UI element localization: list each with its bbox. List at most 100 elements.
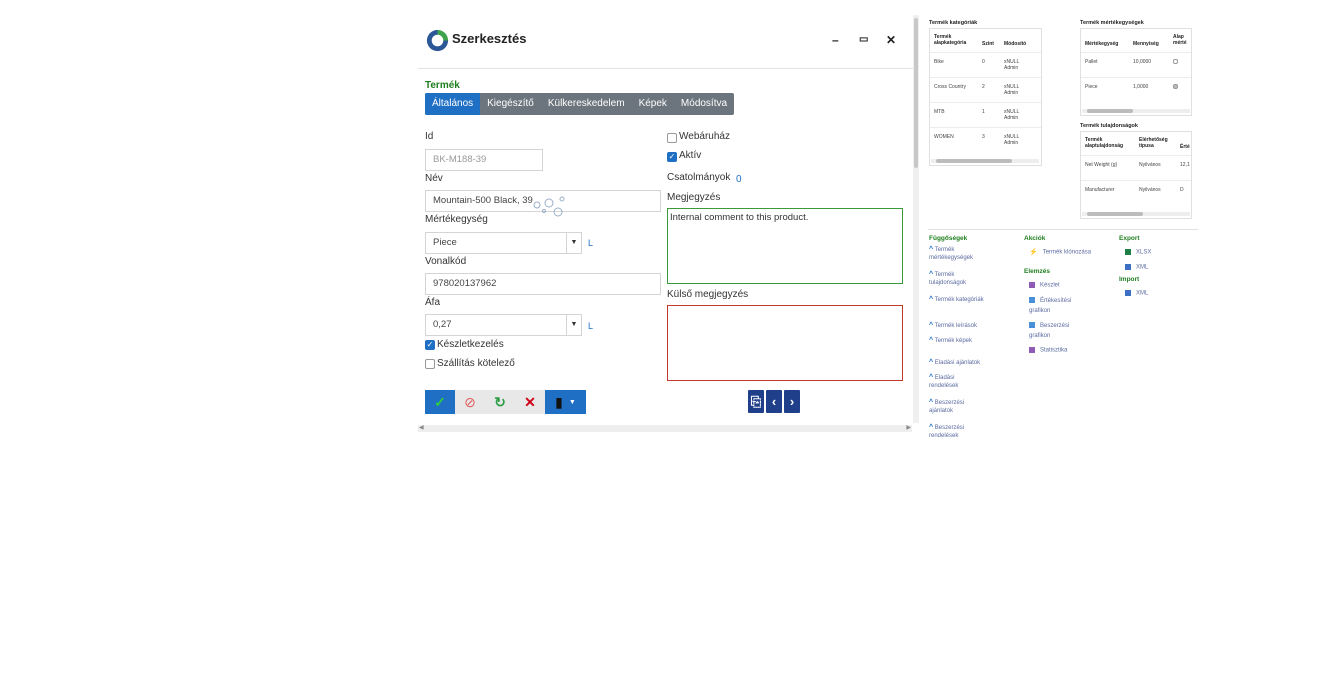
units-row-2-base-checkbox[interactable] — [1173, 84, 1178, 89]
dependency-sales-orders[interactable]: ^ Eladási rendelések — [929, 374, 979, 390]
units-panel-title: Termék mértékegységek — [1080, 20, 1144, 26]
dependency-properties[interactable]: ^ Termék tulajdonságok — [929, 271, 989, 287]
tab-general[interactable]: Általános — [425, 93, 481, 115]
save-button[interactable]: ✓ — [425, 390, 455, 414]
maximize-button[interactable]: ▭ — [859, 32, 868, 48]
barcode-field[interactable]: 978020137962 — [425, 273, 661, 295]
attachments-label: Csatolmányok — [667, 172, 731, 183]
chevron-up-icon: ^ — [929, 271, 934, 278]
dialog-vertical-scroll-thumb[interactable] — [914, 18, 918, 168]
unit-dropdown-icon[interactable]: ▼ — [566, 233, 581, 253]
unit-select-value: Piece — [433, 237, 457, 248]
shipping-checkbox[interactable] — [425, 359, 435, 369]
dependencies-title: Függőségek — [929, 235, 968, 242]
dependency-sales-offers[interactable]: ^ Eladási ajánlatok — [929, 359, 1004, 367]
webshop-checkbox[interactable] — [667, 133, 677, 143]
categories-scroll-thumb[interactable] — [936, 159, 1012, 163]
clone-product-action[interactable]: ⚡ Termék klónozása — [1029, 248, 1091, 256]
comment-label: Megjegyzés — [667, 192, 721, 203]
close-button[interactable]: ✕ — [886, 32, 896, 48]
excel-icon — [1125, 249, 1131, 255]
chevron-right-icon: › — [789, 394, 795, 409]
analysis-stock[interactable]: Készlet — [1029, 282, 1060, 289]
tab-modified[interactable]: Módosítva — [674, 93, 734, 115]
tab-bar: Általános Kiegészítő Külkereskedelem Kép… — [425, 93, 735, 115]
xml-file-icon — [1125, 264, 1131, 270]
dependency-categories[interactable]: ^ Termék kategóriák — [929, 296, 989, 304]
dependency-purchase-orders[interactable]: ^ Beszerzési rendelések — [929, 424, 985, 440]
properties-row-1-availability: Nyilvános — [1139, 162, 1161, 168]
chevron-up-icon: ^ — [929, 424, 934, 431]
export-xlsx[interactable]: XLSX — [1125, 249, 1151, 256]
attachments-count-link[interactable]: 0 — [736, 174, 742, 185]
import-xml[interactable]: XML — [1125, 290, 1148, 297]
previous-record-button[interactable]: ‹ — [766, 390, 782, 413]
section-title: Termék — [425, 80, 460, 91]
properties-scroll-thumb[interactable] — [1087, 212, 1143, 216]
vat-select[interactable]: 0,27 ▼ — [425, 314, 582, 336]
properties-row-2-name: Manufacturer — [1085, 187, 1115, 193]
active-checkbox[interactable]: ✓ — [667, 152, 677, 162]
units-row-1-base-checkbox[interactable] — [1173, 59, 1178, 64]
categories-header-base: Termék alapkategória — [934, 34, 967, 46]
attach-button[interactable]: ⎘ — [748, 390, 764, 413]
record-navigation: ⎘ ‹ › — [748, 390, 800, 413]
external-comment-textarea[interactable] — [667, 305, 903, 381]
properties-table: Termék alaptulajdonság Elérhetőség típus… — [1080, 131, 1192, 219]
chevron-up-icon: ^ — [929, 359, 934, 366]
active-label: Aktív — [679, 150, 702, 161]
refresh-icon: ↻ — [494, 393, 506, 410]
categories-row-4-modifier: xNULL Admin — [1004, 134, 1020, 146]
stock-label: Készletkezelés — [437, 339, 504, 350]
import-title: Import — [1119, 276, 1140, 283]
dependency-images[interactable]: ^ Termék képek — [929, 337, 999, 345]
refresh-button[interactable]: ↻ — [485, 390, 515, 414]
categories-header-level: Szint — [982, 41, 994, 47]
categories-row-2-modifier: xNULL Admin — [1004, 84, 1020, 96]
analysis-sales-chart[interactable]: Értékesítési grafikon — [1029, 296, 1079, 316]
categories-row-3-modifier: xNULL Admin — [1004, 109, 1020, 121]
categories-row-4-name: WOMEN — [934, 134, 954, 140]
vat-link[interactable]: L — [588, 321, 593, 331]
properties-header-base: Termék alaptulajdonság — [1085, 137, 1124, 149]
tab-images[interactable]: Képek — [632, 93, 674, 115]
categories-panel-title: Termék kategóriák — [929, 20, 978, 26]
action-toolbar: ✓ ⊘ ↻ ✕ ▮ ▼ — [425, 390, 586, 414]
next-record-button[interactable]: › — [784, 390, 800, 413]
minimize-button[interactable]: – — [832, 32, 839, 48]
tab-foreign-trade[interactable]: Külkereskedelem — [541, 93, 632, 115]
vat-dropdown-icon[interactable]: ▼ — [566, 315, 581, 335]
panel-divider — [928, 229, 1198, 230]
properties-row-1-value: 12,1 — [1180, 162, 1190, 168]
categories-row-2-level: 2 — [982, 84, 985, 90]
analysis-purchase-chart[interactable]: Beszerzési grafikon — [1029, 321, 1079, 341]
analysis-statistics[interactable]: Statisztika — [1029, 347, 1067, 354]
categories-row-3-level: 1 — [982, 109, 985, 115]
check-icon: ✓ — [434, 393, 446, 410]
statistics-icon — [1029, 347, 1035, 353]
units-header-base: Alap mérté — [1173, 34, 1187, 46]
units-scroll-thumb[interactable] — [1087, 109, 1133, 113]
dependency-purchase-offers[interactable]: ^ Beszerzési ajánlatok — [929, 399, 985, 415]
external-comment-label: Külső megjegyzés — [667, 289, 749, 300]
webshop-label: Webáruház — [679, 131, 730, 142]
xml-file-icon — [1125, 290, 1131, 296]
dependency-descriptions[interactable]: ^ Termék leírások — [929, 322, 999, 330]
categories-row-1-level: 0 — [982, 59, 985, 65]
print-dropdown-button[interactable]: ▮ ▼ — [545, 390, 586, 414]
cancel-button[interactable]: ⊘ — [455, 390, 485, 414]
export-xml[interactable]: XML — [1125, 264, 1148, 271]
stock-checkbox[interactable]: ✓ — [425, 340, 435, 350]
loading-spinner-icon — [533, 196, 565, 217]
delete-button[interactable]: ✕ — [515, 390, 545, 414]
units-row-1-unit: Pallet — [1085, 59, 1098, 65]
unit-select[interactable]: Piece ▼ — [425, 232, 582, 254]
unit-link[interactable]: L — [588, 238, 593, 248]
comment-textarea[interactable]: Internal comment to this product. — [667, 208, 903, 284]
id-field[interactable]: BK-M188-39 — [425, 149, 543, 171]
dependency-units[interactable]: ^ Termék mértékegységek — [929, 246, 989, 262]
dialog-horizontal-scrollbar[interactable]: ◀ ▶ — [418, 425, 912, 432]
tab-supplementary[interactable]: Kiegészítő — [480, 93, 541, 115]
header-divider — [418, 68, 913, 69]
chart-icon — [1029, 297, 1035, 304]
